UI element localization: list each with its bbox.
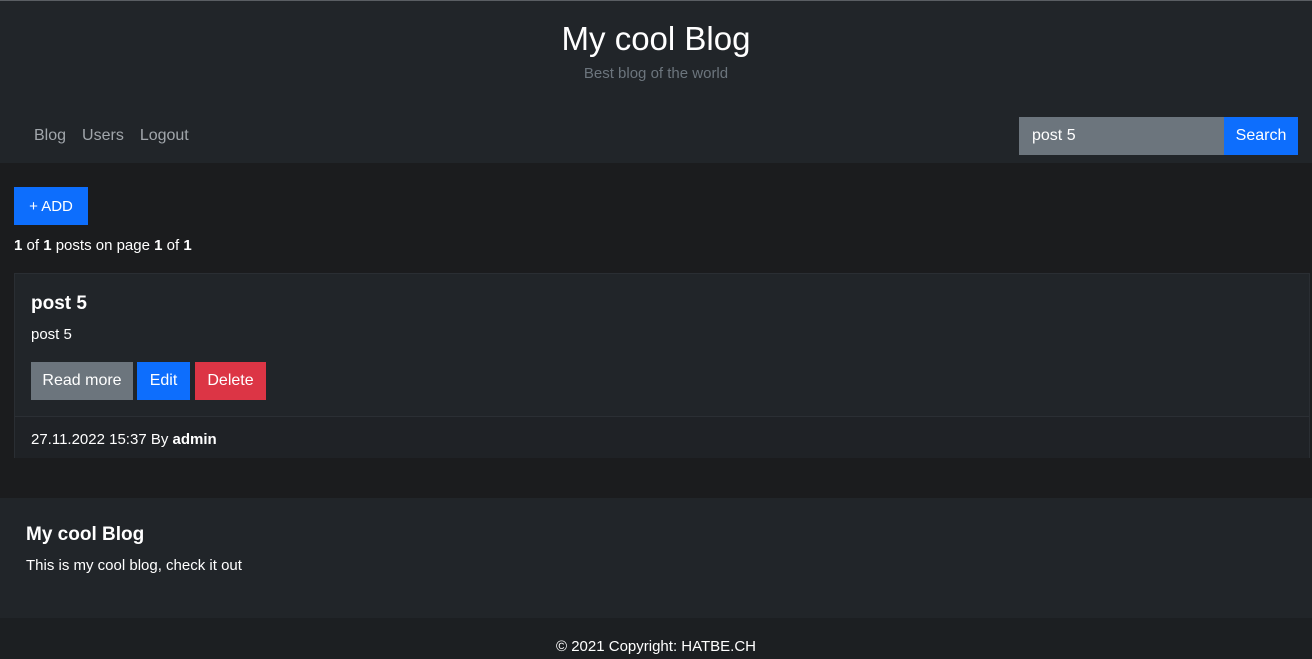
pagination-of-text-2: of — [162, 237, 184, 254]
site-subtitle: Best blog of the world — [583, 65, 729, 82]
post-title: post 5 — [31, 293, 87, 314]
nav-item-logout[interactable]: Logout — [132, 125, 197, 147]
search-button[interactable]: Search — [1224, 117, 1298, 155]
post-date: 27.11.2022 15:37 — [31, 431, 147, 448]
search-input[interactable] — [1019, 117, 1224, 155]
post-excerpt: post 5 — [31, 326, 72, 343]
post-by-label: By — [150, 431, 169, 448]
copyright-bar: © 2021 Copyright: HATBE.CH — [0, 618, 1312, 659]
post-meta: 27.11.2022 15:37 By admin — [31, 430, 217, 450]
pagination-of-text: of — [22, 237, 44, 254]
add-post-button[interactable]: + ADD — [14, 187, 88, 225]
delete-post-button[interactable]: Delete — [195, 362, 266, 400]
post-author: admin — [172, 431, 217, 448]
nav-item-users[interactable]: Users — [74, 125, 132, 147]
post-card: post 5 post 5 Read more Edit Delete 27.1… — [14, 273, 1310, 458]
posts-total-count: 1 — [43, 237, 52, 254]
main-nav: Blog Users Logout — [26, 125, 197, 147]
pagination-posts-on-page-text: posts on page — [51, 237, 155, 254]
site-header: My cool Blog Best blog of the world Blog… — [0, 1, 1312, 163]
total-pages-number: 1 — [183, 237, 192, 254]
footer-title: My cool Blog — [26, 524, 145, 545]
edit-post-button[interactable]: Edit — [137, 362, 190, 400]
site-footer: My cool Blog This is my cool blog, check… — [0, 498, 1312, 618]
footer-description: This is my cool blog, check it out — [26, 557, 242, 574]
pagination-info: 1 of 1 posts on page 1 of 1 — [14, 236, 192, 256]
post-footer: 27.11.2022 15:37 By admin — [15, 416, 1309, 458]
copyright-text: © 2021 Copyright: HATBE.CH — [555, 638, 757, 655]
read-more-button[interactable]: Read more — [31, 362, 133, 400]
nav-item-blog[interactable]: Blog — [26, 125, 74, 147]
site-title: My cool Blog — [561, 20, 751, 57]
